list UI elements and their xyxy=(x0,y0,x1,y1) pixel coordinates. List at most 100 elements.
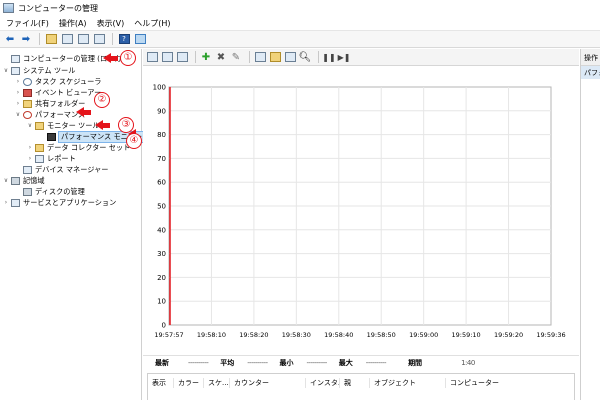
tree-item-label: ディスクの管理 xyxy=(35,186,85,196)
red-arrow-icon xyxy=(95,120,103,130)
annotation-number: ④ xyxy=(126,133,142,149)
x-tick-label: 19:59:36 xyxy=(536,331,565,339)
delete-counter-icon[interactable]: ✖ xyxy=(215,51,227,63)
annotation-marker-2: ② xyxy=(84,92,110,108)
properties-icon[interactable] xyxy=(284,51,296,63)
up-folder-icon[interactable] xyxy=(44,33,58,46)
toolbar-separator xyxy=(318,51,319,63)
x-tick-label: 19:59:10 xyxy=(452,331,481,339)
tree-item-monitoring-tools[interactable]: ∨ モニター ツール xyxy=(26,120,100,131)
tree-item-storage[interactable]: ∨ 記憶域 xyxy=(2,175,45,186)
title-bar: コンピューターの管理 xyxy=(0,0,600,16)
collapsed-chevron-icon[interactable]: › xyxy=(26,155,34,162)
tree-item-device-manager[interactable]: デバイス マネージャー xyxy=(14,164,108,175)
expanded-chevron-icon[interactable]: ∨ xyxy=(2,177,10,184)
y-tick-label: 70 xyxy=(157,155,166,163)
y-tick-label: 50 xyxy=(157,203,166,211)
performance-monitor-pane: ✚ ✖ ✎ 🔍︎ ❚❚ ▶❚ 100 90 80 70 60 50 40 30 20 10 0 19:… xyxy=(143,49,579,400)
collapsed-chevron-icon[interactable]: › xyxy=(2,199,10,206)
back-arrow-icon[interactable]: ⬅ xyxy=(3,33,17,46)
forward-arrow-icon[interactable]: ➡ xyxy=(19,33,33,46)
expanded-chevron-icon[interactable]: ∨ xyxy=(14,111,22,118)
tree-item-performance[interactable]: ∨ パフォーマンス xyxy=(14,109,85,120)
tree-item-label: タスク スケジューラ xyxy=(35,76,102,86)
column-color[interactable]: カラー xyxy=(174,378,204,388)
view-log-data-icon[interactable] xyxy=(161,51,173,63)
add-counter-icon[interactable]: ✚ xyxy=(200,51,212,63)
y-tick-label: 0 xyxy=(162,322,166,330)
freeze-display-icon[interactable]: ❚❚ xyxy=(322,51,335,63)
menu-help[interactable]: ヘルプ(H) xyxy=(134,18,170,29)
column-show[interactable]: 表示 xyxy=(148,378,174,388)
tree-item-label: サービスとアプリケーション xyxy=(23,197,117,207)
tree-item-disk-management[interactable]: ディスクの管理 xyxy=(14,186,85,197)
annotation-arrow-2 xyxy=(76,107,93,117)
event-log-icon xyxy=(23,88,32,97)
column-counter[interactable]: カウンター xyxy=(230,378,306,388)
y-tick-label: 100 xyxy=(153,84,166,92)
properties-icon[interactable] xyxy=(76,33,90,46)
clock-icon xyxy=(23,77,32,86)
disk-icon xyxy=(23,187,32,196)
window-title: コンピューターの管理 xyxy=(18,3,98,13)
max-label: 最大 xyxy=(338,358,353,367)
tree-item-services-and-applications[interactable]: › サービスとアプリケーション xyxy=(2,197,116,208)
expanded-chevron-icon[interactable]: ∨ xyxy=(26,122,34,129)
annotation-number: ① xyxy=(120,50,136,66)
x-tick-label: 19:58:20 xyxy=(239,331,268,339)
toolbar-separator xyxy=(249,51,250,63)
y-tick-label: 60 xyxy=(157,179,166,187)
services-icon xyxy=(11,198,20,207)
annotation-marker-4: ④ xyxy=(123,133,142,149)
menu-file[interactable]: ファイル(F) xyxy=(6,18,49,29)
y-tick-label: 40 xyxy=(157,226,166,234)
tree-item-shared-folders[interactable]: › 共有フォルダー xyxy=(14,98,85,109)
menu-bar: ファイル(F) 操作(A) 表示(V) ヘルプ(H) xyxy=(0,16,600,31)
column-computer[interactable]: コンピューター xyxy=(446,378,536,388)
x-tick-label: 19:58:50 xyxy=(367,331,396,339)
collapsed-chevron-icon[interactable]: › xyxy=(26,144,34,151)
column-scale[interactable]: スケ... xyxy=(204,378,230,388)
column-instance[interactable]: インスタ... xyxy=(306,378,340,388)
red-arrow-icon xyxy=(103,53,111,63)
tree-item-label: デバイス マネージャー xyxy=(35,164,109,174)
collapsed-chevron-icon[interactable]: › xyxy=(14,78,22,85)
min-value: ---------- xyxy=(306,358,328,367)
highlight-icon[interactable]: ✎ xyxy=(230,51,242,63)
zoom-icon[interactable]: 🔍︎ xyxy=(299,51,312,63)
shared-folder-icon xyxy=(23,99,32,108)
tree-item-reports[interactable]: › レポート xyxy=(26,153,76,164)
expanded-chevron-icon[interactable]: ∨ xyxy=(2,67,10,74)
duration-value: 1:40 xyxy=(461,358,475,367)
collapsed-chevron-icon[interactable]: › xyxy=(14,100,22,107)
copy-properties-icon[interactable] xyxy=(254,51,266,63)
annotation-number: ② xyxy=(94,92,110,108)
menu-view[interactable]: 表示(V) xyxy=(97,18,125,29)
change-graph-type-icon[interactable] xyxy=(176,51,188,63)
latest-label: 最新 xyxy=(155,358,169,367)
duration-label: 期間 xyxy=(408,358,423,367)
red-arrow-tail xyxy=(111,55,118,61)
annotation-marker-1: ① xyxy=(103,50,136,66)
column-parent[interactable]: 親 xyxy=(340,378,370,388)
update-data-icon[interactable]: ▶❚ xyxy=(338,51,351,63)
device-manager-icon xyxy=(23,165,32,174)
tree-item-label: レポート xyxy=(47,153,76,163)
collapsed-chevron-icon[interactable]: › xyxy=(14,89,22,96)
actions-selected-item[interactable]: パフォーマンス モニター xyxy=(581,66,600,79)
help-icon[interactable]: ? xyxy=(117,33,131,46)
paste-counter-list-icon[interactable] xyxy=(269,51,281,63)
column-object[interactable]: オブジェクト xyxy=(370,378,446,388)
tree-item-task-scheduler[interactable]: › タスク スケジューラ xyxy=(14,76,101,87)
toolbar-separator xyxy=(112,33,113,45)
show-hide-tree-icon[interactable] xyxy=(60,33,74,46)
red-arrow-tail xyxy=(84,109,91,115)
menu-action[interactable]: 操作(A) xyxy=(59,18,87,29)
export-list-icon[interactable] xyxy=(92,33,106,46)
performance-icon xyxy=(23,110,32,119)
tree-item-system-tools[interactable]: ∨ システム ツール xyxy=(2,65,75,76)
tree-item-data-collector-sets[interactable]: › データ コレクター セット xyxy=(26,142,130,153)
max-value: ---------- xyxy=(365,358,387,367)
view-current-activity-icon[interactable] xyxy=(146,51,158,63)
show-hide-action-pane-icon[interactable] xyxy=(133,33,147,46)
